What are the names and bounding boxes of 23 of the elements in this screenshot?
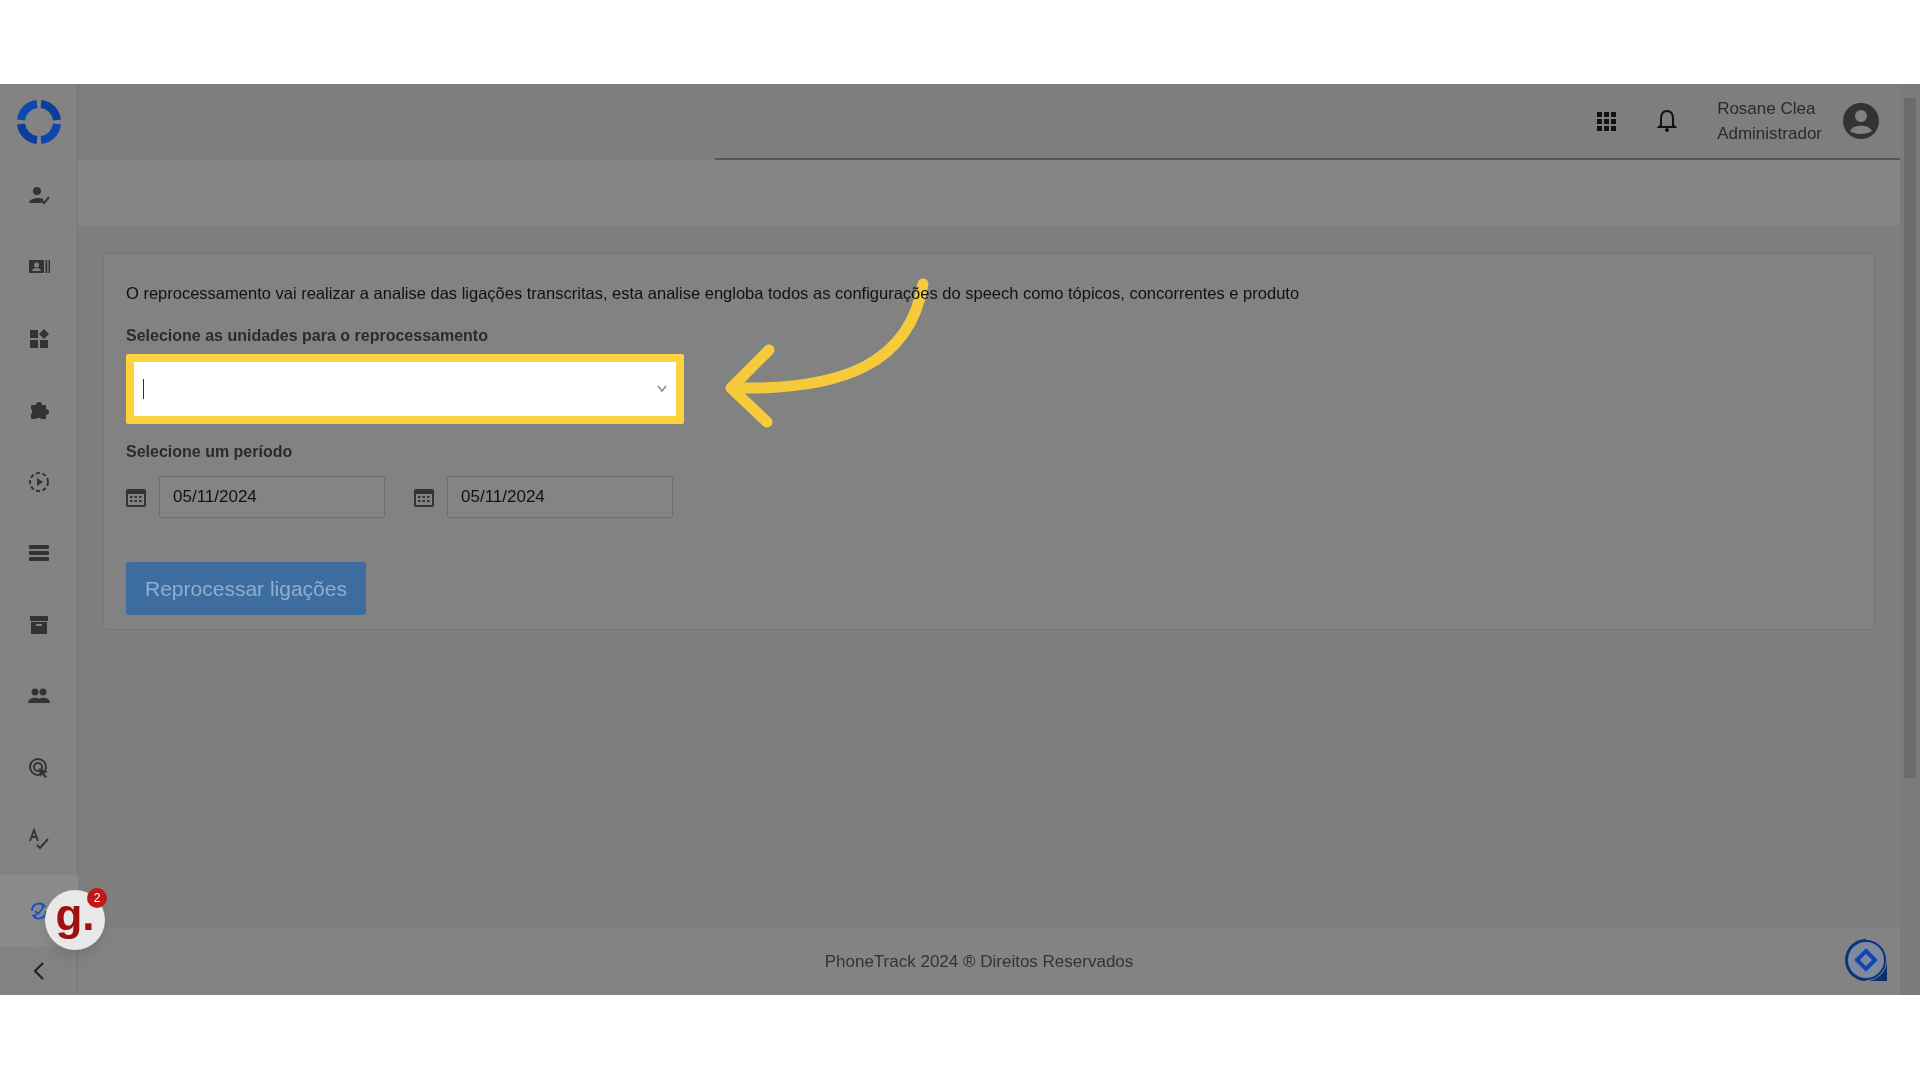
widgets-icon <box>27 327 50 350</box>
calendar-icon[interactable] <box>414 487 434 507</box>
logo-icon[interactable] <box>15 99 62 145</box>
end-date-field[interactable]: 05/11/2024 <box>447 476 673 518</box>
avatar-icon[interactable] <box>1842 102 1880 140</box>
chat-bubble-icon[interactable] <box>1843 937 1889 983</box>
target-icon <box>27 756 50 779</box>
notification-count: 2 <box>87 888 107 908</box>
person-check-icon <box>27 184 50 207</box>
apps-grid-icon[interactable] <box>1596 111 1617 131</box>
start-date-field[interactable]: 05/11/2024 <box>159 476 385 518</box>
archive-icon <box>27 613 50 636</box>
notification-bell-icon[interactable] <box>1657 109 1678 133</box>
units-label: Selecione as unidades para o reprocessamento <box>126 326 489 346</box>
calendar-icon[interactable] <box>126 487 146 507</box>
footer-text: PhoneTrack 2024 ® Direitos Reservados <box>824 950 1134 973</box>
play-circle-icon <box>27 470 50 493</box>
period-label: Selecione um período <box>126 442 294 462</box>
user-name: Rosane Clea <box>1717 98 1817 120</box>
spellcheck-icon <box>27 828 50 851</box>
user-role: Administrador <box>1717 123 1822 145</box>
chevron-down-icon <box>657 385 667 393</box>
collapse-chevron-icon[interactable] <box>31 961 46 981</box>
